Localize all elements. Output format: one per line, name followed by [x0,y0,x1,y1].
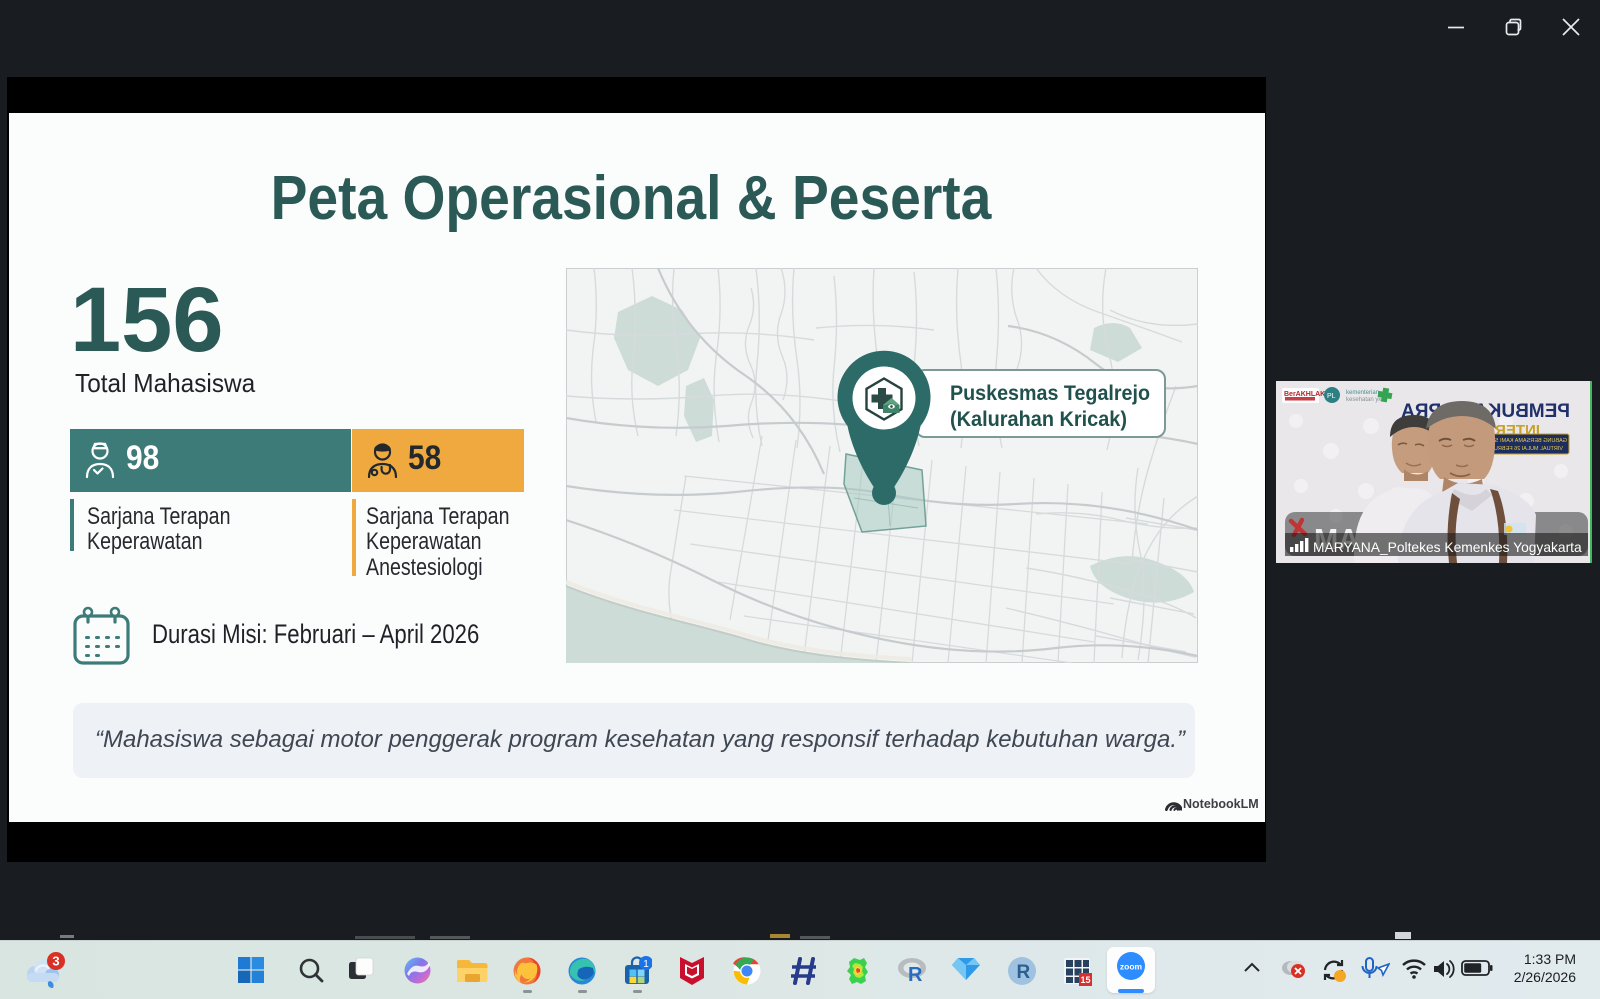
svg-text:15: 15 [1080,975,1090,985]
svg-text:R: R [908,964,923,984]
svg-text:R: R [1017,962,1031,983]
svg-text:VIRTUAL MULAI 26 FEBRUARI: VIRTUAL MULAI 26 FEBRUARI [1484,446,1563,452]
svg-text:kementerian: kementerian [1346,390,1379,396]
svg-text:1: 1 [643,959,649,970]
svg-text:BerAKHLAK: BerAKHLAK [1284,391,1325,398]
svg-text:PL: PL [1327,393,1336,400]
svg-text:(Kalurahan Kricak): (Kalurahan Kricak) [950,407,1127,431]
svg-text:3: 3 [52,954,59,969]
svg-text:Puskesmas Tegalrejo: Puskesmas Tegalrejo [950,381,1150,405]
svg-text:zoom: zoom [1120,962,1143,972]
svg-text:MARYANA_Poltekes Kemenkes Yogy: MARYANA_Poltekes Kemenkes Yogyakarta [1313,540,1582,555]
svg-text:kesehatan yk: kesehatan yk [1346,397,1382,403]
